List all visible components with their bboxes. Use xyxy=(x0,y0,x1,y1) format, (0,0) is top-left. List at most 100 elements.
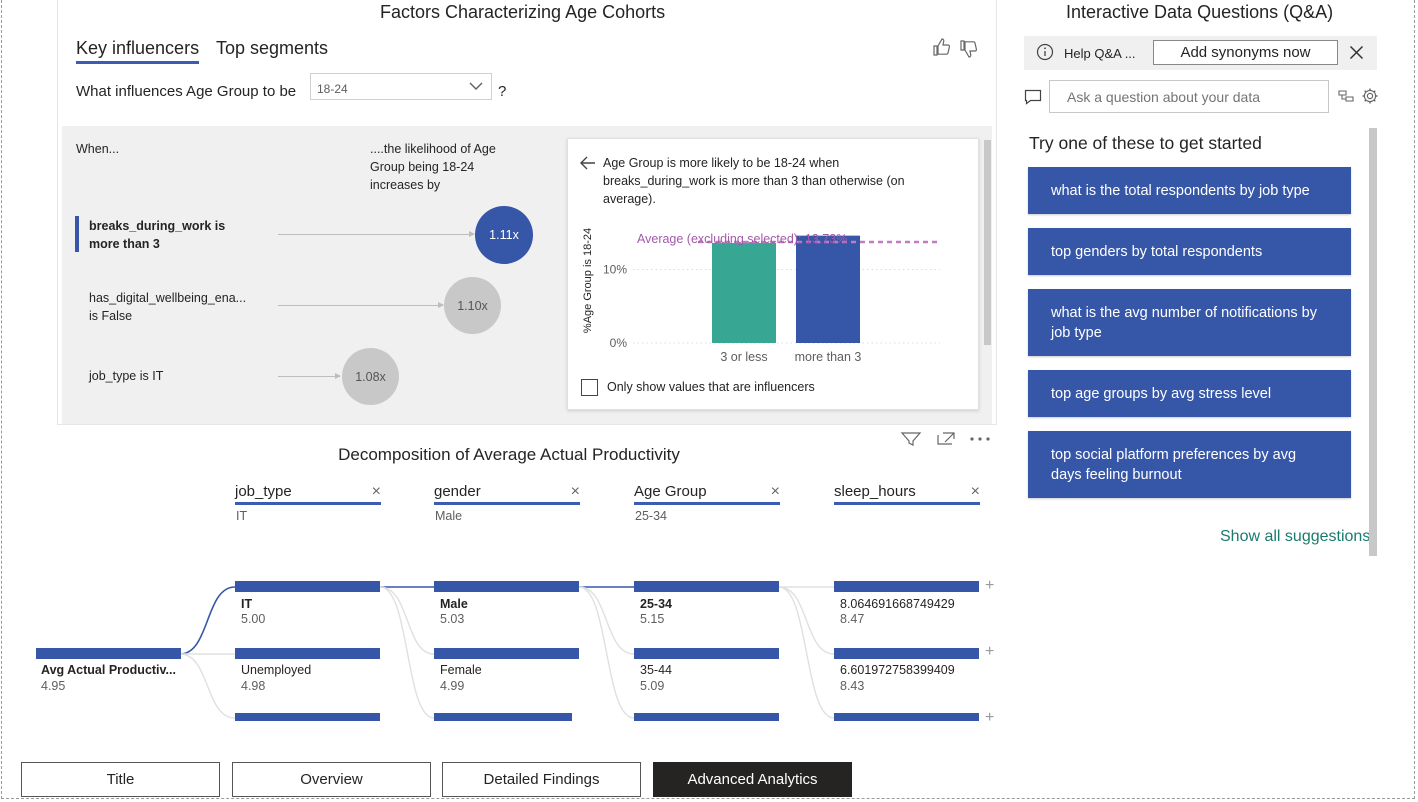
y-tick-label: 0% xyxy=(610,336,628,350)
suggestion-total-respondents-job-type[interactable]: what is the total respondents by job typ… xyxy=(1028,167,1351,214)
influencer-bar-chart: %Age Group is 18-24 0% 10% 3 or less more th… xyxy=(582,228,940,364)
age-group-dropdown[interactable]: 18-24 xyxy=(310,73,492,100)
page-tab-overview[interactable]: Overview xyxy=(232,762,431,797)
detail-description: Age Group is more likely to be 18-24 whe… xyxy=(603,156,905,206)
influencer-row-job-type[interactable]: job_type is IT xyxy=(75,366,335,388)
qa-try-label: Try one of these to get started xyxy=(1029,133,1262,153)
expand-node-icon[interactable]: + xyxy=(985,709,994,721)
thumbs-up-icon[interactable] xyxy=(932,37,952,57)
help-qa-link[interactable]: Help Q&A ... xyxy=(1064,46,1136,61)
influencer-bubble-2[interactable]: 1.10x xyxy=(444,277,501,334)
tab-top-segments[interactable]: Top segments xyxy=(216,38,328,59)
node-label: 6.601972758399409 xyxy=(840,663,955,677)
likelihood-label: ....the likelihood of Age Group being 18… xyxy=(370,142,496,192)
remove-column-icon[interactable]: × xyxy=(571,483,580,501)
influencer-arrow xyxy=(278,373,341,379)
expand-node-icon[interactable]: + xyxy=(985,577,994,595)
node-bar-partial[interactable] xyxy=(235,713,380,721)
column-header-sleep-hours[interactable]: sleep_hours × xyxy=(834,483,980,505)
decomposition-title: Decomposition of Average Actual Producti… xyxy=(338,445,680,464)
suggestion-avg-notifications[interactable]: what is the avg number of notifications … xyxy=(1028,289,1351,356)
average-reference-label: Average (excluding selected): 13.73% xyxy=(637,232,847,246)
node-bar-35-44[interactable] xyxy=(634,648,779,659)
influencer-question-label: What influences Age Group to be xyxy=(76,83,297,100)
page-tab-advanced-analytics[interactable]: Advanced Analytics xyxy=(653,762,852,797)
node-value: 8.47 xyxy=(840,612,865,626)
chat-bubble-icon xyxy=(1024,89,1042,105)
column-header-gender[interactable]: gender × xyxy=(434,483,580,505)
node-bar-it[interactable] xyxy=(235,581,380,592)
checkbox-label: Only show values that are influencers xyxy=(607,380,815,394)
node-label: 35-44 xyxy=(640,663,672,677)
node-label: IT xyxy=(241,597,253,611)
convert-to-visual-icon[interactable] xyxy=(1337,88,1355,104)
more-options-icon[interactable] xyxy=(968,433,992,445)
node-bar-sleep-1[interactable] xyxy=(834,581,979,592)
node-value: 4.99 xyxy=(440,679,465,693)
node-bar-unemployed[interactable] xyxy=(235,648,380,659)
close-icon[interactable] xyxy=(1349,45,1364,60)
node-value: 5.09 xyxy=(640,679,665,693)
node-bar-female[interactable] xyxy=(434,648,579,659)
node-bar-partial[interactable] xyxy=(634,713,779,721)
qa-question-input[interactable] xyxy=(1049,80,1329,113)
node-value: 5.03 xyxy=(440,612,465,626)
expand-node-icon[interactable]: + xyxy=(985,643,994,661)
settings-gear-icon[interactable] xyxy=(1361,87,1379,105)
column-selected-value: 25-34 xyxy=(635,509,667,523)
influencer-arrow xyxy=(278,231,475,237)
remove-column-icon[interactable]: × xyxy=(971,483,980,501)
node-bar-partial[interactable] xyxy=(834,713,979,721)
page-tab-detailed-findings[interactable]: Detailed Findings xyxy=(442,762,641,797)
selected-indicator xyxy=(75,216,79,252)
when-label: When... xyxy=(76,142,120,156)
add-synonyms-button[interactable]: Add synonyms now xyxy=(1153,40,1338,65)
node-label: 25-34 xyxy=(640,597,672,611)
root-node-bar[interactable] xyxy=(36,648,181,659)
y-tick-label: 10% xyxy=(603,262,627,276)
dropdown-selected-value: 18-24 xyxy=(317,82,348,96)
influencers-scrollbar[interactable] xyxy=(984,140,991,345)
tab-key-influencers[interactable]: Key influencers xyxy=(76,38,200,64)
bar-3-or-less xyxy=(712,243,776,343)
influencer-bubble-3[interactable]: 1.08x xyxy=(342,348,399,405)
node-value: 5.15 xyxy=(640,612,665,626)
influencer-arrow xyxy=(278,302,444,308)
qa-scrollbar[interactable] xyxy=(1369,128,1377,556)
node-bar-male[interactable] xyxy=(434,581,579,592)
show-all-suggestions-link[interactable]: Show all suggestions xyxy=(1220,528,1370,546)
node-label: Unemployed xyxy=(241,663,312,677)
column-header-age-group[interactable]: Age Group × xyxy=(634,483,780,505)
node-label: Male xyxy=(440,597,468,611)
back-arrow-icon[interactable] xyxy=(580,156,596,170)
bar-more-than-3 xyxy=(796,235,860,343)
node-label: 8.064691668749429 xyxy=(840,597,955,611)
focus-mode-icon[interactable] xyxy=(935,430,957,446)
qa-title: Interactive Data Questions (Q&A) xyxy=(1066,2,1334,22)
x-tick-label: 3 or less xyxy=(720,350,767,364)
filter-icon[interactable] xyxy=(900,430,922,446)
remove-column-icon[interactable]: × xyxy=(771,483,780,501)
node-bar-partial[interactable] xyxy=(434,713,572,721)
question-mark-text: ? xyxy=(498,83,507,100)
node-value: 4.98 xyxy=(241,679,266,693)
node-bar-25-34[interactable] xyxy=(634,581,779,592)
page-tab-title[interactable]: Title xyxy=(21,762,220,797)
influencer-row-breaks-during-work[interactable]: breaks_during_work is more than 3 xyxy=(75,216,535,254)
influencers-only-checkbox[interactable] xyxy=(581,379,598,396)
suggestion-social-platform-burnout[interactable]: top social platform preferences by avg d… xyxy=(1028,431,1351,498)
remove-column-icon[interactable]: × xyxy=(372,483,381,501)
key-influencers-title: Factors Characterizing Age Cohorts xyxy=(380,2,666,22)
column-header-job-type[interactable]: job_type × xyxy=(235,483,381,505)
influencer-row-digital-wellbeing[interactable]: has_digital_wellbeing_ena... is False xyxy=(75,288,435,326)
x-tick-label: more than 3 xyxy=(795,350,862,364)
info-icon[interactable] xyxy=(1036,43,1054,61)
column-selected-value: IT xyxy=(236,509,248,523)
influencer-bubble-1[interactable]: 1.11x xyxy=(475,206,533,264)
influencer-label: has_digital_wellbeing_ena... is False xyxy=(89,291,247,323)
node-bar-sleep-2[interactable] xyxy=(834,648,979,659)
suggestion-age-groups-stress[interactable]: top age groups by avg stress level xyxy=(1028,370,1351,417)
suggestion-top-genders[interactable]: top genders by total respondents xyxy=(1028,228,1351,275)
node-value: 8.43 xyxy=(840,679,865,693)
thumbs-down-icon[interactable] xyxy=(959,39,979,59)
